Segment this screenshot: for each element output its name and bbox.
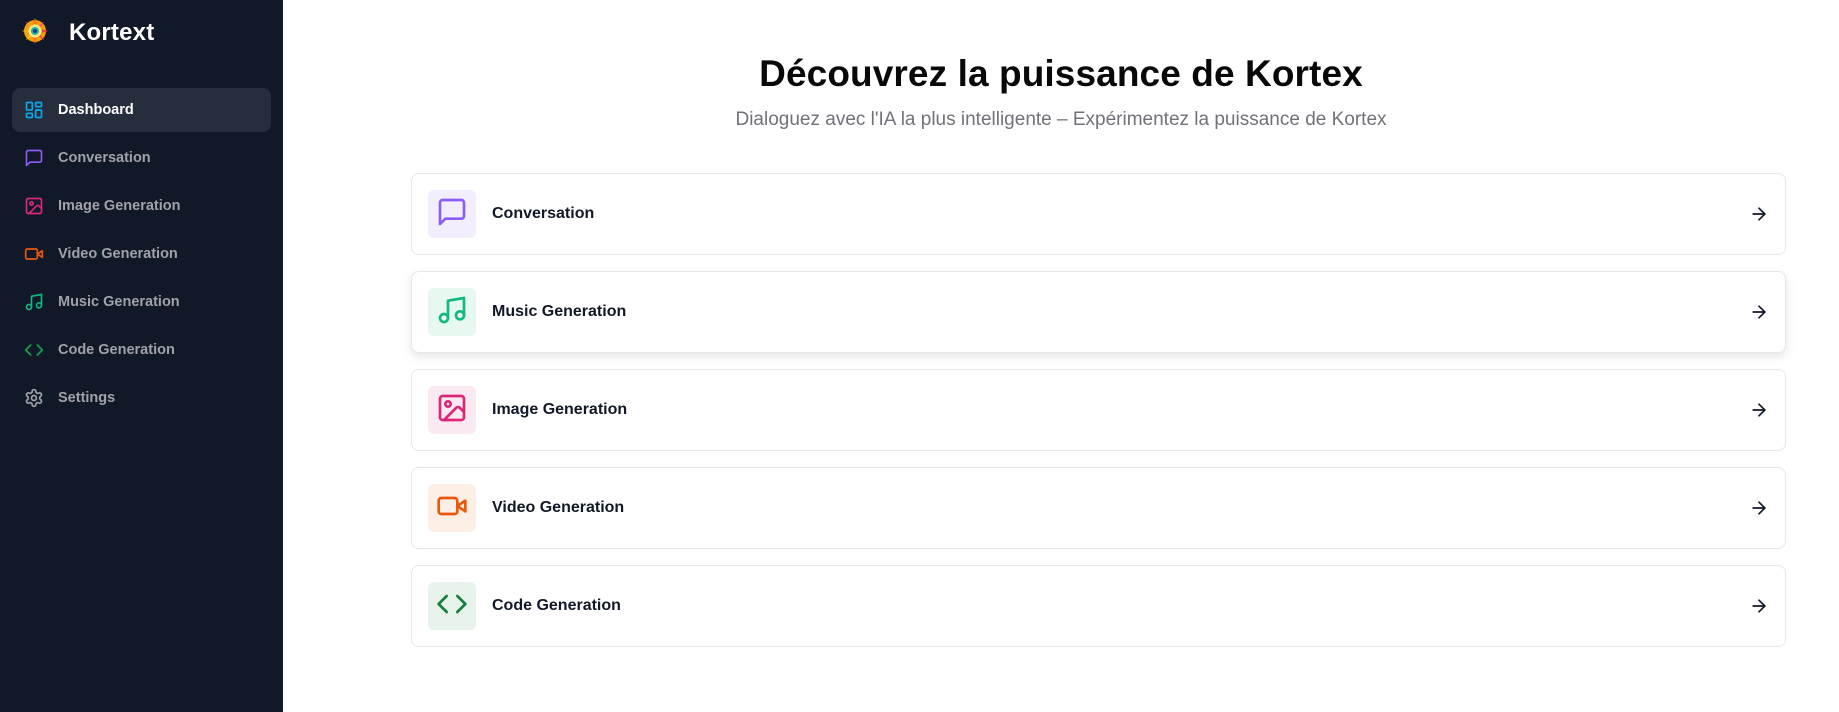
- video-icon: [24, 244, 44, 264]
- brand-name: Kortext: [69, 19, 155, 46]
- tool-icon-box: [428, 386, 476, 434]
- tool-card-label: Video Generation: [492, 499, 625, 516]
- arrow-right-icon: [1749, 596, 1769, 616]
- sidebar-item-label: Image Generation: [58, 198, 181, 214]
- message-square-icon: [436, 196, 468, 233]
- sidebar-item-dashboard[interactable]: Dashboard: [12, 88, 271, 132]
- sidebar-item-label: Music Generation: [58, 294, 180, 310]
- sidebar-item-settings[interactable]: Settings: [12, 376, 271, 420]
- tool-card-label: Music Generation: [492, 303, 627, 320]
- music-icon: [436, 294, 468, 331]
- code-icon: [436, 588, 468, 625]
- sidebar-item-label: Video Generation: [58, 246, 178, 262]
- logo-icon: [19, 15, 69, 52]
- tool-card-music-generation[interactable]: Music Generation: [411, 271, 1786, 353]
- tool-cards: Conversation Music Generation Image Gene…: [411, 173, 1786, 663]
- sidebar-item-conversation[interactable]: Conversation: [12, 136, 271, 180]
- tool-card-video-generation[interactable]: Video Generation: [411, 467, 1786, 549]
- video-icon: [436, 490, 468, 527]
- image-icon: [436, 392, 468, 429]
- tool-card-image-generation[interactable]: Image Generation: [411, 369, 1786, 451]
- sidebar-item-music-generation[interactable]: Music Generation: [12, 280, 271, 324]
- arrow-right-icon: [1749, 302, 1769, 322]
- code-icon: [24, 340, 44, 360]
- dashboard-icon: [24, 100, 44, 120]
- brand[interactable]: Kortext: [12, 16, 271, 50]
- arrow-right-icon: [1749, 400, 1769, 420]
- tool-card-label: Code Generation: [492, 597, 621, 614]
- sidebar-item-label: Conversation: [58, 150, 151, 166]
- sidebar-item-label: Dashboard: [58, 102, 134, 118]
- sidebar-item-label: Code Generation: [58, 342, 175, 358]
- tool-icon-box: [428, 288, 476, 336]
- tool-card-label: Image Generation: [492, 401, 628, 418]
- sidebar-nav: Dashboard Conversation Image Generation: [12, 88, 271, 420]
- settings-icon: [24, 388, 44, 408]
- sidebar: Kortext Dashboard Conversation Image Gen…: [0, 0, 283, 712]
- sidebar-item-label: Settings: [58, 390, 116, 406]
- tool-icon-box: [428, 484, 476, 532]
- tool-card-code-generation[interactable]: Code Generation: [411, 565, 1786, 647]
- tool-card-conversation[interactable]: Conversation: [411, 173, 1786, 255]
- tool-icon-box: [428, 582, 476, 630]
- arrow-right-icon: [1749, 498, 1769, 518]
- tool-icon-box: [428, 190, 476, 238]
- tool-card-label: Conversation: [492, 205, 595, 222]
- message-square-icon: [24, 148, 44, 168]
- sidebar-item-video-generation[interactable]: Video Generation: [12, 232, 271, 276]
- page-title: Découvrez la puissance de Kortex: [759, 53, 1363, 94]
- music-icon: [24, 292, 44, 312]
- image-icon: [24, 196, 44, 216]
- arrow-right-icon: [1749, 204, 1769, 224]
- main-content: Découvrez la puissance de Kortex Dialogu…: [283, 0, 1839, 712]
- hero: Découvrez la puissance de Kortex Dialogu…: [283, 53, 1839, 131]
- sidebar-item-code-generation[interactable]: Code Generation: [12, 328, 271, 372]
- sidebar-item-image-generation[interactable]: Image Generation: [12, 184, 271, 228]
- page-subtitle: Dialoguez avec l'IA la plus intelligente…: [735, 109, 1387, 130]
